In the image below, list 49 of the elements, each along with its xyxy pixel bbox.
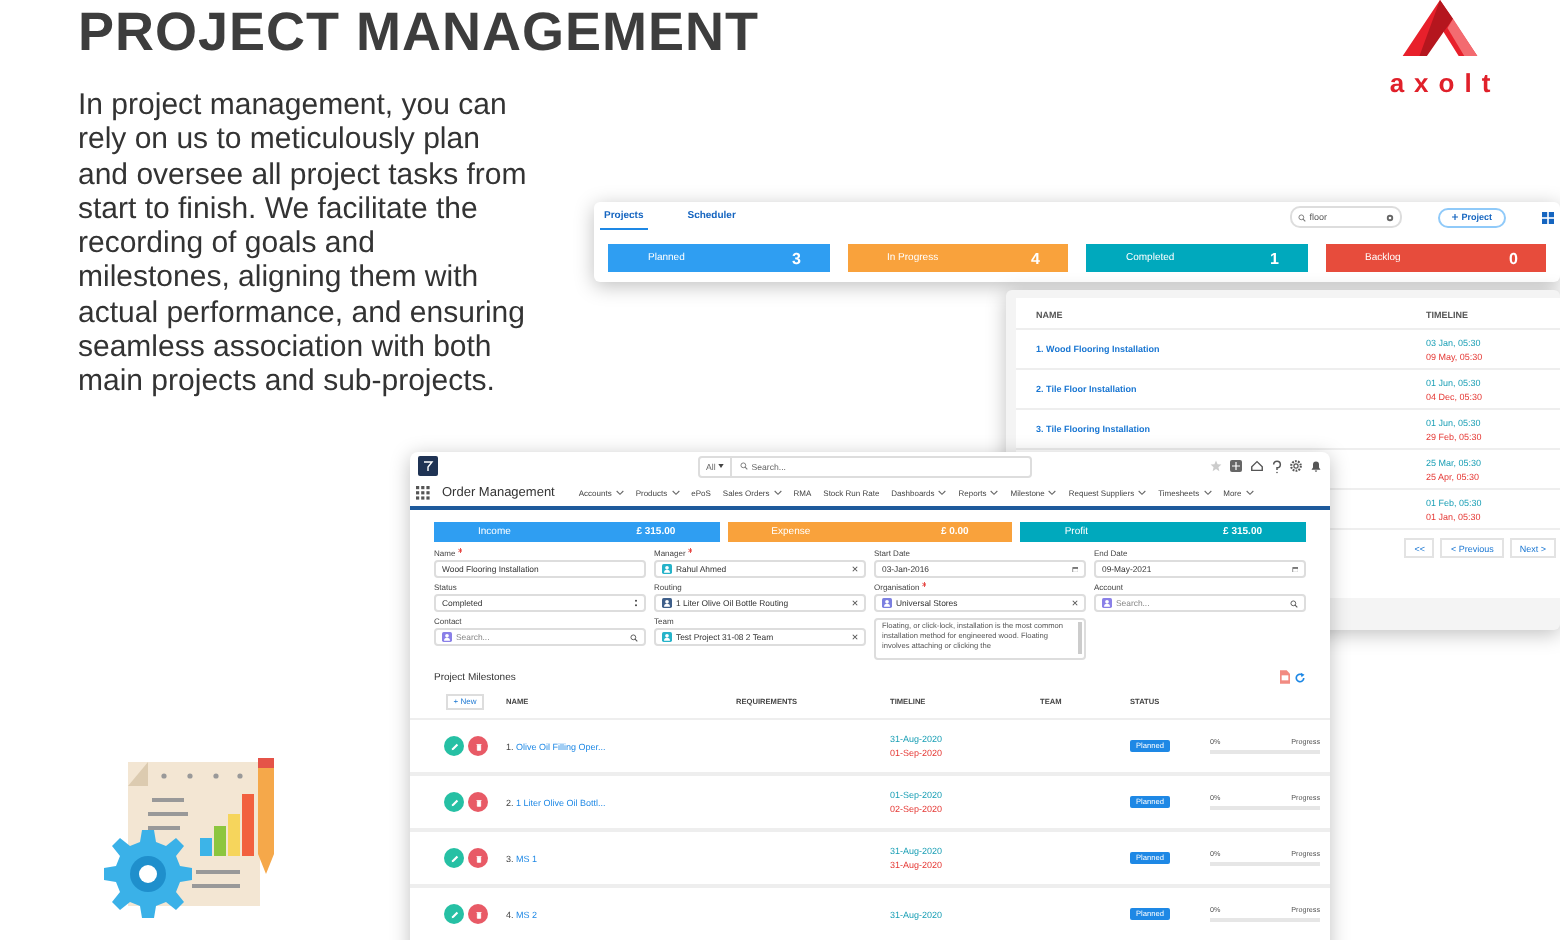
search-icon <box>739 462 748 470</box>
record-icon <box>882 598 892 608</box>
user-icon <box>662 564 672 574</box>
calendar-icon[interactable] <box>1071 565 1078 573</box>
edit-button[interactable] <box>444 736 464 756</box>
delete-button[interactable] <box>468 904 488 924</box>
trash-icon <box>473 741 483 751</box>
delete-button[interactable] <box>468 848 488 868</box>
pdf-icon[interactable] <box>1280 670 1290 684</box>
edit-button[interactable] <box>444 848 464 868</box>
help-icon[interactable] <box>1272 459 1282 473</box>
refresh-icon[interactable] <box>1294 671 1306 683</box>
record-icon <box>662 598 672 608</box>
edit-button[interactable] <box>444 792 464 812</box>
delete-button[interactable] <box>468 792 488 812</box>
search-icon <box>1297 213 1306 221</box>
calendar-icon[interactable] <box>1291 565 1298 573</box>
edit-button[interactable] <box>444 904 464 924</box>
clear-icon[interactable] <box>852 600 858 606</box>
caret-icon <box>717 464 724 468</box>
logo-icon <box>1402 0 1478 56</box>
delete-button[interactable] <box>468 736 488 756</box>
bell-icon[interactable] <box>1310 460 1322 472</box>
pencil-icon <box>449 741 459 751</box>
record-icon <box>1102 598 1112 608</box>
status-count: 3 <box>792 249 801 267</box>
page-title: PROJECT MANAGEMENT <box>78 0 760 64</box>
status-count: 4 <box>1031 249 1040 267</box>
plus-icon <box>1451 214 1458 220</box>
grid-view-icon[interactable] <box>1542 211 1554 223</box>
pencil-icon <box>449 797 459 807</box>
trash-icon <box>473 797 483 807</box>
pencil-icon <box>449 853 459 863</box>
star-icon[interactable] <box>1210 460 1222 472</box>
app-launcher-icon[interactable] <box>416 486 430 500</box>
clear-icon[interactable] <box>852 634 858 640</box>
trash-icon <box>473 853 483 863</box>
trash-icon <box>473 909 483 919</box>
clear-icon[interactable] <box>852 566 858 572</box>
pencil-icon <box>449 909 459 919</box>
record-icon <box>442 632 452 642</box>
intro-paragraph: In project management, you can rely on us to meticulously plan and oversee all project tasks from start to finish. We facilitate the recording of goals and milestones, aligning them with actual performance, and ensuring seamless association with both main projects and sub-projects. <box>78 88 529 400</box>
status-count: 1 <box>1270 249 1279 267</box>
search-icon[interactable] <box>630 633 638 641</box>
search-icon[interactable] <box>1290 599 1298 607</box>
logo-text: axolt <box>1387 68 1501 98</box>
user-icon <box>662 632 672 642</box>
clear-icon[interactable] <box>1072 600 1078 606</box>
status-count: 0 <box>1509 249 1518 267</box>
